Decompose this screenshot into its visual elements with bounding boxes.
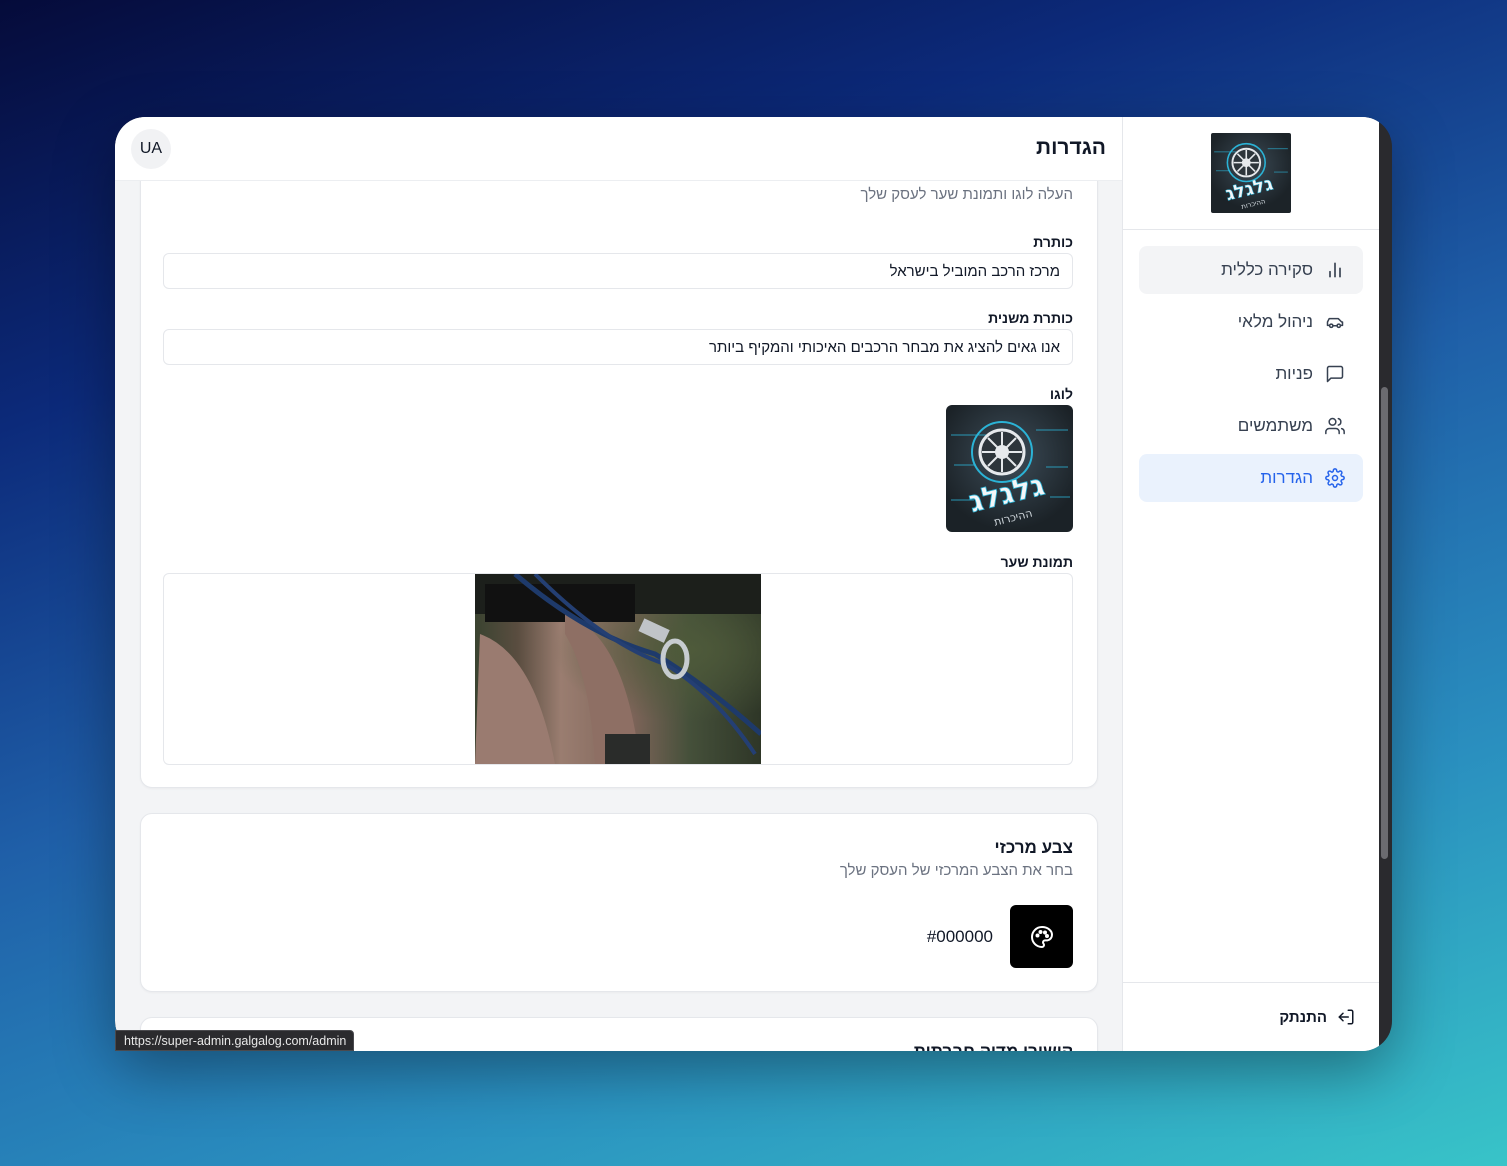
sidebar-nav: סקירה כללית ניהול מלאי פניות משתמשים הגד… xyxy=(1123,230,1379,522)
sidebar-item-label: סקירה כללית xyxy=(1221,260,1313,279)
settings-icon xyxy=(1325,468,1345,488)
subtitle-input[interactable] xyxy=(163,329,1073,365)
color-hex-value: #000000 xyxy=(926,927,993,946)
logout-label: התנתק xyxy=(1279,1008,1327,1026)
logo-upload-preview[interactable]: גלגלג ההיכרות xyxy=(946,405,1073,532)
cover-image xyxy=(475,574,761,764)
primary-color-description: בחר את הצבע המרכזי של העסק שלך xyxy=(839,862,1073,879)
sidebar-logo-area: גלגלג ההיכרות xyxy=(1123,117,1379,230)
app-window: הגדרות UA העלה לוגו ותמונת שער לעסק שלך … xyxy=(115,117,1392,1051)
sidebar-item-label: פניות xyxy=(1275,364,1313,383)
logo-label: לוגו xyxy=(1049,386,1073,402)
primary-color-title: צבע מרכזי xyxy=(994,838,1073,857)
message-square-icon xyxy=(1326,365,1344,383)
app-shell: הגדרות UA העלה לוגו ותמונת שער לעסק שלך … xyxy=(115,117,1379,1051)
branding-description: העלה לוגו ותמונת שער לעסק שלך xyxy=(860,186,1074,203)
logout-icon xyxy=(1338,1009,1354,1025)
sidebar-item-users[interactable]: משתמשים xyxy=(1139,402,1363,450)
user-avatar[interactable]: UA xyxy=(131,129,171,169)
sidebar-item-settings[interactable]: הגדרות xyxy=(1139,454,1363,502)
logo-image: גלגלג ההיכרות xyxy=(1214,142,1288,211)
sidebar-item-label: ניהול מלאי xyxy=(1237,312,1313,331)
page-title: הגדרות xyxy=(1036,136,1106,159)
scrollbar-thumb[interactable] xyxy=(1381,387,1388,859)
color-picker-button[interactable] xyxy=(1010,905,1073,968)
main-content[interactable]: העלה לוגו ותמונת שער לעסק שלך כותרת כותר… xyxy=(115,181,1122,1051)
status-bar-url: https://super-admin.galgalog.com/admin xyxy=(115,1030,355,1051)
logout-button[interactable]: התנתק xyxy=(1123,982,1379,1051)
users-icon xyxy=(1325,417,1345,435)
title-input[interactable] xyxy=(163,253,1073,289)
cover-upload-box[interactable] xyxy=(163,573,1073,765)
social-links-title: קישורי מדיה חברתית xyxy=(914,1042,1073,1051)
title-label: כותרת xyxy=(1033,234,1073,250)
sidebar-item-inquiries[interactable]: פניות xyxy=(1139,350,1363,398)
cover-label: תמונת שער xyxy=(1000,554,1073,570)
sidebar-item-label: משתמשים xyxy=(1237,416,1313,435)
branding-card: העלה לוגו ותמונת שער לעסק שלך כותרת כותר… xyxy=(140,181,1098,788)
sidebar: גלגלג ההיכרות סקירה כללית ניהול מלאי פני… xyxy=(1122,117,1379,1051)
sidebar-item-overview[interactable]: סקירה כללית xyxy=(1139,246,1363,294)
sidebar-item-inventory[interactable]: ניהול מלאי xyxy=(1139,298,1363,346)
subtitle-label: כותרת משנית xyxy=(988,310,1073,326)
logo-image: גלגלג ההיכרות xyxy=(951,421,1070,529)
sidebar-item-label: הגדרות xyxy=(1260,468,1313,487)
primary-color-card: צבע מרכזי בחר את הצבע המרכזי של העסק שלך… xyxy=(140,813,1098,992)
sidebar-logo[interactable]: גלגלג ההיכרות xyxy=(1211,133,1291,213)
bar-chart-icon xyxy=(1329,262,1341,278)
top-header: הגדרות UA xyxy=(115,117,1122,181)
palette-icon xyxy=(1030,925,1053,948)
car-icon xyxy=(1326,317,1344,329)
